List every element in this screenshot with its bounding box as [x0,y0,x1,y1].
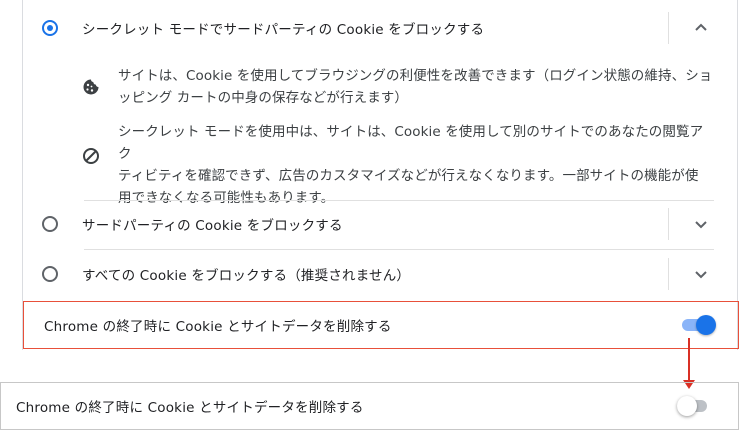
option-label: サードパーティの Cookie をブロックする [82,218,343,234]
divider [668,208,669,240]
block-icon [83,148,99,164]
chevron-down-icon[interactable] [694,217,708,231]
clear-on-exit-toggle-on[interactable] [682,315,716,335]
option-block-third-party-incognito[interactable]: シークレット モードでサードパーティの Cookie をブロックする [22,10,738,46]
clear-on-exit-toggle-off[interactable] [677,396,711,416]
radio-button-selected[interactable] [42,20,58,36]
divider [668,12,669,44]
cookie-icon [83,79,99,95]
clear-on-exit-label: Chrome の終了時に Cookie とサイトデータを削除する [16,400,364,416]
option-label: すべての Cookie をブロックする（推奨されません） [82,268,411,284]
divider [84,200,714,201]
radio-button[interactable] [42,216,58,232]
chevron-up-icon[interactable] [694,21,708,35]
arrow-line [688,338,690,384]
option-block-all-cookies[interactable]: すべての Cookie をブロックする（推奨されません） [22,256,738,292]
radio-button[interactable] [42,266,58,282]
option-block-third-party[interactable]: サードパーティの Cookie をブロックする [22,206,738,242]
incognito-detail-text: シークレット モードを使用中は、サイトは、Cookie を使用して別のサイトでの… [118,124,704,206]
cookie-detail-text: サイトは、Cookie を使用してブラウジングの利便性を改善できます（ログイン状… [118,68,713,106]
clear-on-exit-row-after[interactable]: Chrome の終了時に Cookie とサイトデータを削除する [0,386,739,426]
divider [668,258,669,290]
divider [84,249,714,250]
chevron-down-icon[interactable] [694,267,708,281]
clear-on-exit-row[interactable]: Chrome の終了時に Cookie とサイトデータを削除する [22,304,738,346]
option-label: シークレット モードでサードパーティの Cookie をブロックする [82,22,485,38]
clear-on-exit-label: Chrome の終了時に Cookie とサイトデータを削除する [44,319,392,335]
